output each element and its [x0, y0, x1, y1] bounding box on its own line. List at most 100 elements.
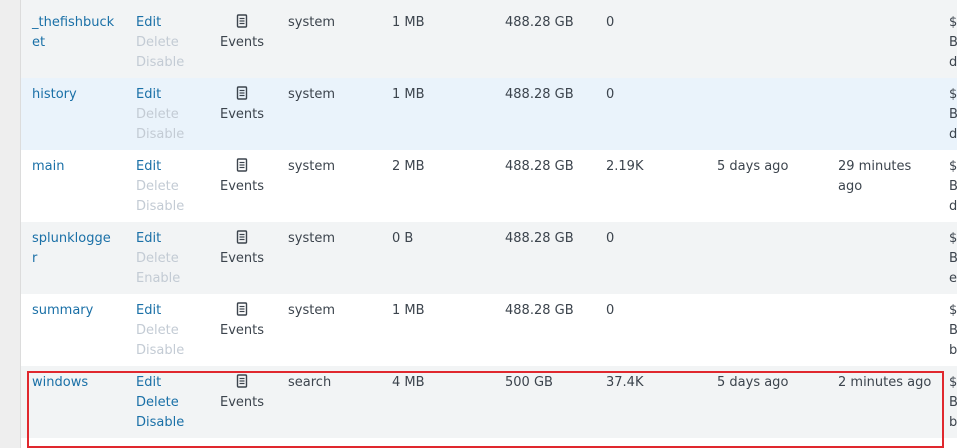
delete-link: Delete — [136, 323, 179, 338]
event-count-cell: 0 — [606, 15, 615, 30]
home-path-fragment: B — [949, 179, 957, 194]
index-name-link[interactable]: _thefishbucket — [32, 13, 116, 53]
disable-link: Disable — [136, 127, 185, 142]
edit-link[interactable]: Edit — [136, 157, 184, 177]
actions-cell: Edit Delete Disable — [136, 373, 184, 433]
home-path-fragment: B — [949, 395, 957, 410]
index-name-link[interactable]: windows — [32, 373, 116, 393]
max-size-cell: 488.28 GB — [505, 231, 574, 246]
current-size-cell: 2 MB — [392, 159, 425, 174]
max-size-cell: 488.28 GB — [505, 15, 574, 30]
current-size-cell: 0 B — [392, 231, 414, 246]
home-path-fragment: $ — [949, 375, 957, 390]
index-name-link[interactable]: main — [32, 157, 116, 177]
events-link[interactable]: Events — [214, 177, 270, 197]
events-cell[interactable]: Events — [214, 157, 270, 197]
earliest-event-cell: 5 days ago — [717, 159, 789, 174]
app-cell: search — [288, 375, 332, 390]
app-cell: system — [288, 15, 335, 30]
delete-link[interactable]: Delete — [136, 393, 184, 413]
home-path-cell: $ B b — [949, 301, 957, 361]
events-link[interactable]: Events — [214, 321, 270, 341]
actions-cell: Edit Delete Disable — [136, 301, 184, 361]
event-count-cell: 37.4K — [606, 375, 644, 390]
events-link[interactable]: Events — [214, 105, 270, 125]
index-name-link[interactable]: summary — [32, 301, 116, 321]
app-cell: system — [288, 87, 335, 102]
actions-cell: Edit Delete Disable — [136, 13, 184, 73]
document-icon — [236, 230, 248, 244]
actions-cell: Edit Delete Disable — [136, 85, 184, 145]
index-name-link[interactable]: history — [32, 85, 116, 105]
app-cell: system — [288, 159, 335, 174]
indexes-table: _thefishbucket Edit Delete Disable Event… — [21, 6, 957, 438]
events-cell[interactable]: Events — [214, 13, 270, 53]
home-path-fragment: $ — [949, 159, 957, 174]
index-name-link[interactable]: splunklogger — [32, 229, 116, 269]
current-size-cell: 1 MB — [392, 87, 425, 102]
home-path-fragment: $ — [949, 231, 957, 246]
document-icon — [236, 86, 248, 100]
max-size-cell: 500 GB — [505, 375, 553, 390]
disable-link: Disable — [136, 55, 185, 70]
disable-link: Disable — [136, 343, 185, 358]
events-cell[interactable]: Events — [214, 85, 270, 125]
delete-link: Delete — [136, 179, 179, 194]
events-link[interactable]: Events — [214, 393, 270, 413]
home-path-cell: $ B d — [949, 13, 957, 73]
indexes-page: _thefishbucket Edit Delete Disable Event… — [0, 0, 957, 448]
event-count-cell: 0 — [606, 231, 615, 246]
events-cell[interactable]: Events — [214, 229, 270, 269]
actions-cell: Edit Delete Disable — [136, 157, 184, 217]
edit-link[interactable]: Edit — [136, 301, 184, 321]
delete-link: Delete — [136, 35, 179, 50]
app-cell: system — [288, 303, 335, 318]
event-count-cell: 2.19K — [606, 159, 644, 174]
table-row: _thefishbucket Edit Delete Disable Event… — [21, 6, 957, 78]
current-size-cell: 1 MB — [392, 15, 425, 30]
enable-link: Enable — [136, 271, 181, 286]
max-size-cell: 488.28 GB — [505, 303, 574, 318]
edit-link[interactable]: Edit — [136, 85, 184, 105]
event-count-cell: 0 — [606, 303, 615, 318]
home-path-fragment: $ — [949, 87, 957, 102]
home-path-fragment: $ — [949, 15, 957, 30]
current-size-cell: 4 MB — [392, 375, 425, 390]
events-link[interactable]: Events — [214, 33, 270, 53]
document-icon — [236, 302, 248, 316]
home-path-fragment: b — [949, 415, 957, 430]
home-path-cell: $ B b — [949, 373, 957, 433]
delete-link: Delete — [136, 107, 179, 122]
disable-link[interactable]: Disable — [136, 413, 184, 433]
home-path-fragment: e — [949, 271, 957, 286]
latest-event-cell: 2 minutes ago — [838, 375, 932, 390]
edit-link[interactable]: Edit — [136, 229, 180, 249]
home-path-fragment: B — [949, 323, 957, 338]
document-icon — [236, 14, 248, 28]
disable-link: Disable — [136, 199, 185, 214]
events-link[interactable]: Events — [214, 249, 270, 269]
home-path-cell: $ B e — [949, 229, 957, 289]
earliest-event-cell: 5 days ago — [717, 375, 789, 390]
delete-link: Delete — [136, 251, 179, 266]
edit-link[interactable]: Edit — [136, 13, 184, 33]
table-row: splunklogger Edit Delete Enable Events s… — [21, 222, 957, 294]
latest-event-cell: 29 minutes ago — [838, 159, 912, 194]
app-cell: system — [288, 231, 335, 246]
table-row: windows Edit Delete Disable Events searc… — [21, 366, 957, 438]
document-icon — [236, 158, 248, 172]
home-path-fragment: $ — [949, 303, 957, 318]
events-cell[interactable]: Events — [214, 373, 270, 413]
home-path-fragment: d — [949, 199, 957, 214]
home-path-fragment: b — [949, 343, 957, 358]
home-path-fragment: d — [949, 55, 957, 70]
home-path-fragment: B — [949, 35, 957, 50]
events-cell[interactable]: Events — [214, 301, 270, 341]
home-path-fragment: B — [949, 107, 957, 122]
actions-cell: Edit Delete Enable — [136, 229, 180, 289]
table-row: history Edit Delete Disable Events syste… — [21, 78, 957, 150]
current-size-cell: 1 MB — [392, 303, 425, 318]
edit-link[interactable]: Edit — [136, 373, 184, 393]
max-size-cell: 488.28 GB — [505, 87, 574, 102]
home-path-cell: $ B d — [949, 85, 957, 145]
